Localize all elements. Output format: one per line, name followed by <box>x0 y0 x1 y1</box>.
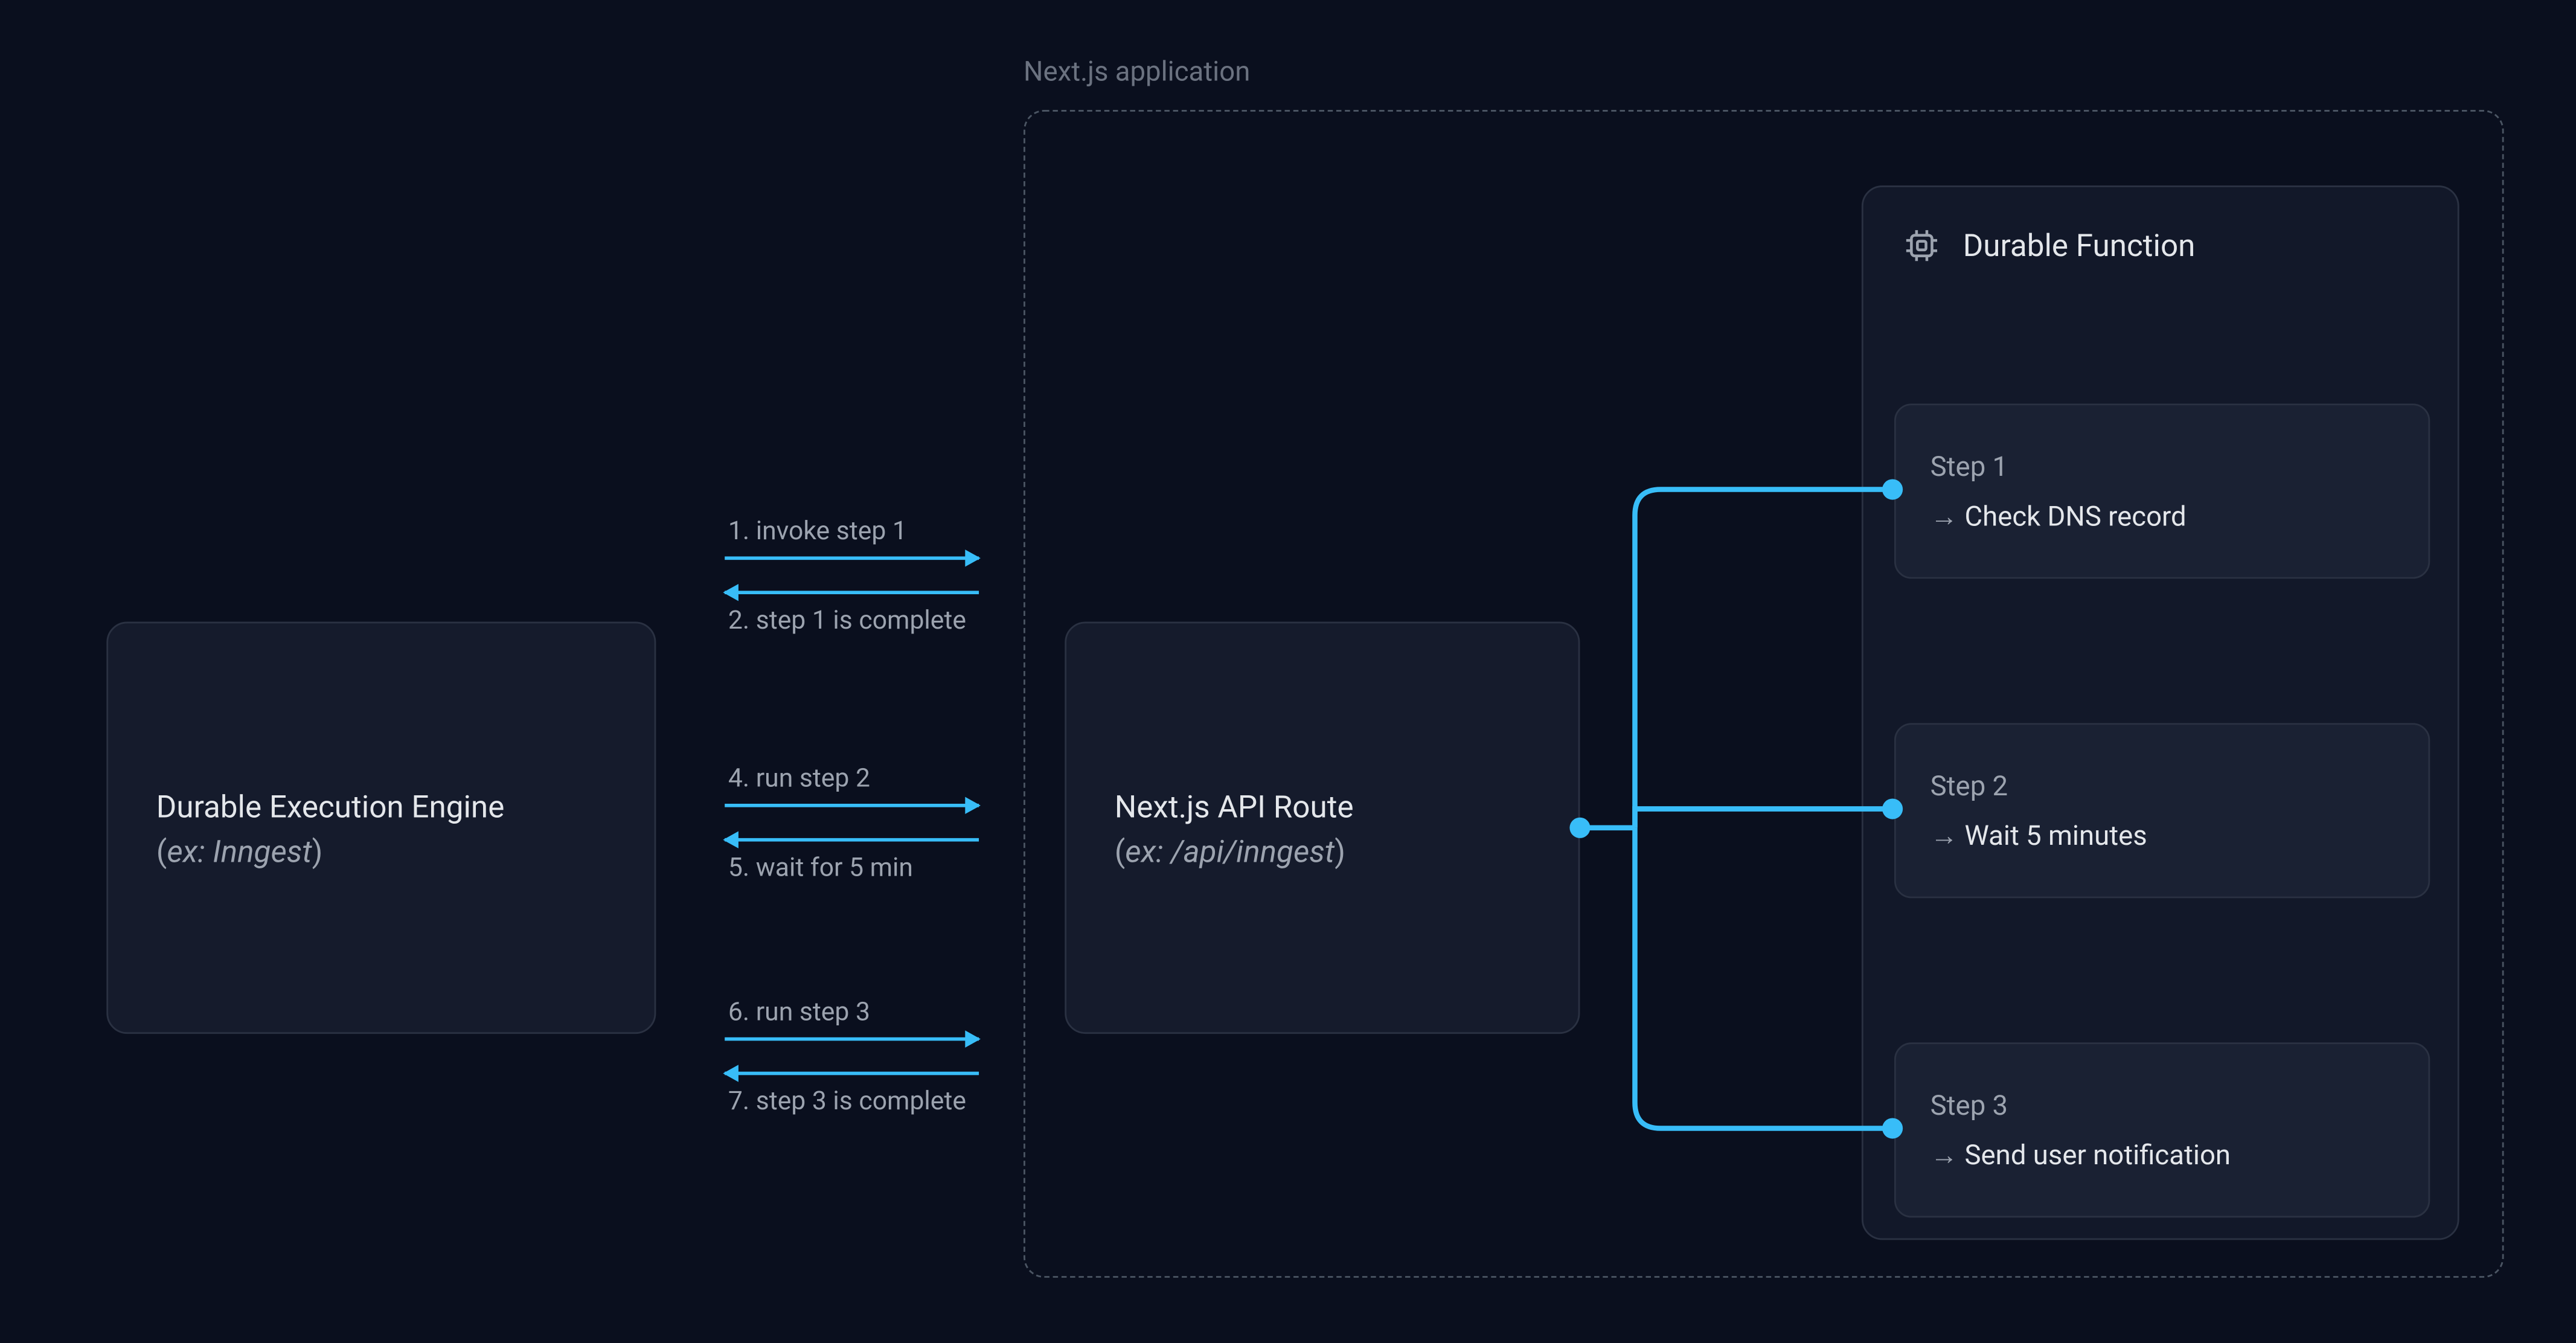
engine-subtitle: (ex: Inngest) <box>156 835 606 871</box>
api-route-subtitle: (ex: /api/inngest) <box>1115 835 1530 871</box>
message-7: 7. step 3 is complete <box>725 1072 999 1127</box>
arrow-left-icon <box>725 838 979 842</box>
step-3-desc: →Send user notification <box>1930 1138 2394 1172</box>
chip-icon <box>1901 225 1942 266</box>
message-6: 6. run step 3 <box>725 996 999 1041</box>
arrow-right-icon <box>725 556 979 560</box>
step-1-desc: →Check DNS record <box>1930 499 2394 533</box>
arrow-right-icon <box>725 1037 979 1041</box>
durable-function-panel: Durable Function Step 1 →Check DNS recor… <box>1862 185 2459 1240</box>
message-2: 2. step 1 is complete <box>725 591 999 646</box>
step-2-desc: →Wait 5 minutes <box>1930 818 2394 853</box>
api-route-title: Next.js API Route <box>1115 785 1530 835</box>
durable-function-title: Durable Function <box>1963 228 2196 264</box>
durable-function-header: Durable Function <box>1894 225 2427 266</box>
step-card-2: Step 2 →Wait 5 minutes <box>1894 723 2430 898</box>
message-1: 1. invoke step 1 <box>725 515 999 560</box>
diagram-stage: Next.js application Durable Execution En… <box>0 0 2576 1343</box>
app-container-label: Next.js application <box>1024 55 1250 88</box>
step-card-3: Step 3 →Send user notification <box>1894 1042 2430 1217</box>
api-route-box: Next.js API Route (ex: /api/inngest) <box>1065 622 1580 1034</box>
step-3-label: Step 3 <box>1930 1088 2394 1121</box>
message-4: 4. run step 2 <box>725 763 999 807</box>
step-2-label: Step 2 <box>1930 769 2394 801</box>
arrow-left-icon <box>725 1072 979 1075</box>
step-1-label: Step 1 <box>1930 449 2394 482</box>
engine-box: Durable Execution Engine (ex: Inngest) <box>106 622 656 1034</box>
arrow-right-icon <box>725 804 979 807</box>
arrow-left-icon <box>725 591 979 594</box>
message-5: 5. wait for 5 min <box>725 838 999 893</box>
step-card-1: Step 1 →Check DNS record <box>1894 403 2430 579</box>
engine-title: Durable Execution Engine <box>156 785 606 835</box>
